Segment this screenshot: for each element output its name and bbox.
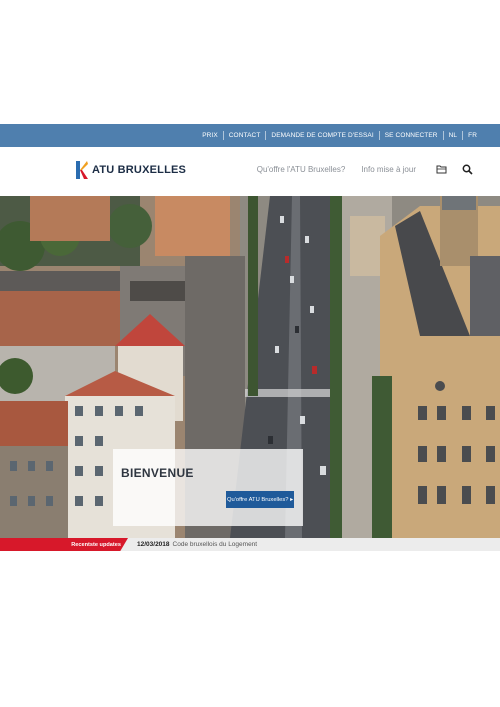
trial-account-link[interactable]: DEMANDE DE COMPTE D'ESSAI <box>265 131 378 140</box>
nav-offer-link[interactable]: Qu'offre l'ATU Bruxelles? <box>257 165 346 174</box>
recent-updates-bar: Recentste updates 12/03/2018 Code bruxel… <box>0 538 500 551</box>
offer-button[interactable]: Qu'offre ATU Bruxelles? ▸ <box>226 491 294 508</box>
top-utility-bar: PRIX CONTACT DEMANDE DE COMPTE D'ESSAI S… <box>0 124 500 147</box>
prix-link[interactable]: PRIX <box>197 131 223 140</box>
language-fr-link[interactable]: FR <box>462 131 482 140</box>
logo-text: ATU BRUXELLES <box>92 164 187 176</box>
welcome-panel: BIENVENUE Qu'offre ATU Bruxelles? ▸ <box>113 449 303 526</box>
search-icon[interactable] <box>462 163 474 175</box>
logo-mark-icon <box>76 161 88 179</box>
main-nav: Qu'offre l'ATU Bruxelles? Info mise à jo… <box>257 163 474 175</box>
hero-banner: BIENVENUE Qu'offre ATU Bruxelles? ▸ <box>0 196 500 538</box>
update-link[interactable]: Code bruxellois du Logement <box>173 541 258 548</box>
recent-updates-label: Recentste updates <box>0 538 128 551</box>
login-link[interactable]: SE CONNECTER <box>378 131 443 140</box>
welcome-title: BIENVENUE <box>121 466 194 480</box>
site-logo[interactable]: ATU BRUXELLES <box>76 161 186 179</box>
language-nl-link[interactable]: NL <box>442 131 463 140</box>
contact-link[interactable]: CONTACT <box>222 131 266 140</box>
update-date: 12/03/2018 <box>137 541 170 548</box>
folder-icon[interactable] <box>436 163 448 175</box>
site-header: ATU BRUXELLES Qu'offre l'ATU Bruxelles? … <box>0 147 500 196</box>
nav-updates-link[interactable]: Info mise à jour <box>361 165 416 174</box>
